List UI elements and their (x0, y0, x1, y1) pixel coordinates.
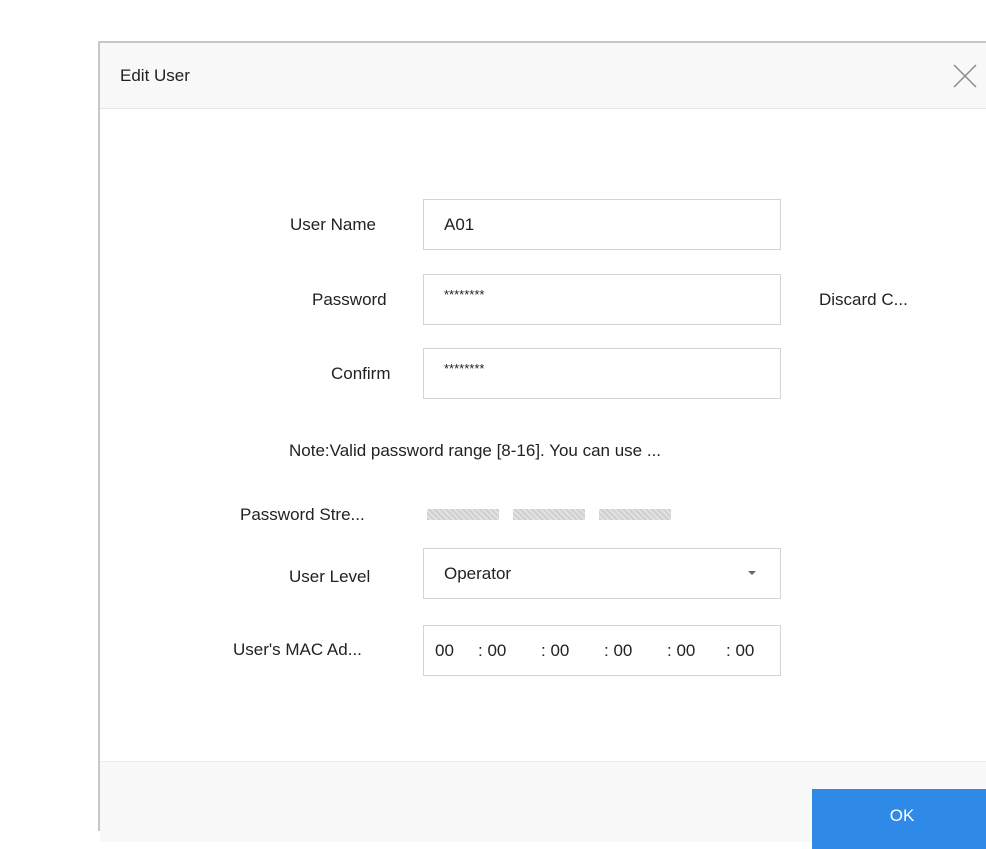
dialog-title: Edit User (120, 66, 190, 85)
confirm-field (423, 348, 781, 399)
confirm-label: Confirm (331, 364, 391, 383)
dialog-titlebar: Edit User (100, 43, 986, 109)
mac-address-label: User's MAC Ad... (233, 640, 362, 659)
discard-change-link[interactable]: Discard C... (819, 290, 908, 310)
password-note: Note:Valid password range [8-16]. You ca… (289, 441, 662, 460)
mac-segment[interactable]: : 00 (478, 641, 506, 661)
edit-user-dialog: Edit User User Name Password Discard C..… (98, 41, 986, 849)
user-level-select[interactable]: Operator (423, 548, 781, 599)
user-name-label: User Name (290, 215, 376, 234)
strength-bar-strong (599, 509, 671, 520)
confirm-password-input[interactable] (424, 349, 780, 398)
close-icon (953, 64, 977, 88)
mac-address-field: 00 : 00 : 00 : 00 : 00 : 00 (423, 625, 781, 676)
mac-segment[interactable]: : 00 (604, 641, 632, 661)
password-label: Password (312, 290, 387, 309)
mac-segment[interactable]: : 00 (541, 641, 569, 661)
password-input[interactable] (424, 275, 780, 324)
user-name-input[interactable] (424, 200, 780, 249)
dialog-footer: OK (100, 761, 986, 849)
mac-segment[interactable]: 00 (435, 641, 454, 661)
mac-segment[interactable]: : 00 (667, 641, 695, 661)
user-level-label: User Level (289, 567, 371, 586)
user-level-value: Operator (444, 564, 512, 583)
password-strength-label: Password Stre... (240, 505, 365, 524)
strength-bar-weak (427, 509, 499, 520)
chevron-down-icon (748, 571, 756, 575)
strength-bar-medium (513, 509, 585, 520)
ok-button[interactable]: OK (812, 789, 986, 849)
password-field (423, 274, 781, 325)
mac-segment[interactable]: : 00 (726, 641, 754, 661)
close-button[interactable] (950, 61, 980, 91)
user-name-field (423, 199, 781, 250)
